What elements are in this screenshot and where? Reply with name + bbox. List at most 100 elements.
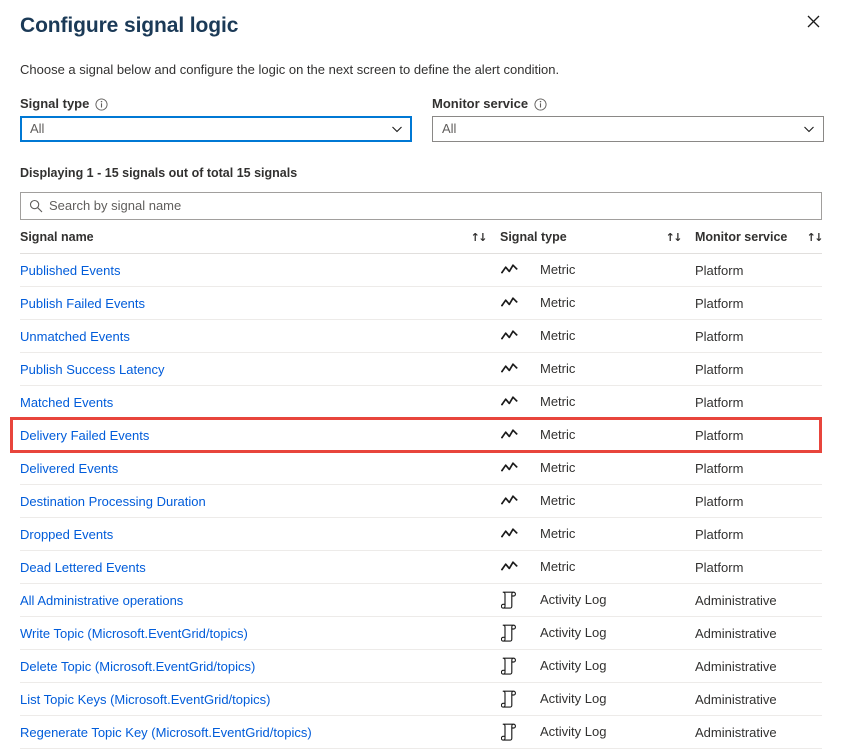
table-row[interactable]: Write Topic (Microsoft.EventGrid/topics)… bbox=[20, 616, 822, 650]
monitor-service-text: Platform bbox=[695, 559, 744, 575]
signal-name-link[interactable]: Dead Lettered Events bbox=[20, 560, 146, 575]
filter-row: Signal type All Monitor service All bbox=[0, 96, 842, 142]
table-row[interactable]: Publish Failed Events Metric Platform bbox=[20, 286, 822, 320]
cell-signal-name: Write Topic (Microsoft.EventGrid/topics) bbox=[20, 616, 500, 650]
monitor-service-label-row: Monitor service bbox=[432, 96, 824, 112]
signals-table: Signal name ↑↓ Signal type ↑↓ Monitor se… bbox=[20, 220, 824, 749]
filter-monitor-service: Monitor service All bbox=[432, 96, 824, 142]
table-row[interactable]: Matched Events Metric Platform bbox=[20, 385, 822, 419]
close-icon bbox=[807, 15, 820, 28]
cell-signal-name: All Administrative operations bbox=[20, 583, 500, 617]
blade-header: Configure signal logic bbox=[0, 0, 842, 40]
cell-signal-name: Delivered Events bbox=[20, 451, 500, 485]
table-row[interactable]: Dead Lettered Events Metric Platform bbox=[20, 550, 822, 584]
column-header-signal-type[interactable]: Signal type ↑↓ bbox=[500, 220, 695, 254]
cell-signal-name: Delete Topic (Microsoft.EventGrid/topics… bbox=[20, 649, 500, 683]
cell-signal-name: Publish Success Latency bbox=[20, 352, 500, 386]
signal-type-label-row: Signal type bbox=[20, 96, 412, 112]
displaying-count: Displaying 1 - 15 signals out of total 1… bbox=[20, 166, 298, 180]
monitor-service-text: Administrative bbox=[695, 724, 777, 740]
signal-name-link[interactable]: Regenerate Topic Key (Microsoft.EventGri… bbox=[20, 725, 312, 740]
table-row[interactable]: Delete Topic (Microsoft.EventGrid/topics… bbox=[20, 649, 822, 683]
cell-signal-name: Unmatched Events bbox=[20, 319, 500, 353]
table-row[interactable]: Dropped Events Metric Platform bbox=[20, 517, 822, 551]
signal-type-text: Metric bbox=[540, 361, 576, 376]
search-box[interactable] bbox=[20, 192, 822, 220]
monitor-service-text: Platform bbox=[695, 361, 744, 377]
info-icon[interactable] bbox=[534, 97, 547, 111]
signal-name-link[interactable]: Publish Failed Events bbox=[20, 296, 145, 311]
metric-line-chart-icon bbox=[500, 393, 518, 411]
signal-name-link[interactable]: Matched Events bbox=[20, 395, 113, 410]
column-label-signal-name: Signal name bbox=[20, 230, 94, 244]
signal-name-link[interactable]: Unmatched Events bbox=[20, 329, 130, 344]
table-row[interactable]: Unmatched Events Metric Platform bbox=[20, 319, 822, 353]
signal-name-link[interactable]: Dropped Events bbox=[20, 527, 113, 542]
monitor-service-text: Platform bbox=[695, 328, 744, 344]
cell-monitor-service: Administrative bbox=[695, 649, 822, 683]
cell-signal-type: Metric bbox=[500, 385, 695, 419]
cell-signal-name: Matched Events bbox=[20, 385, 500, 419]
metric-line-chart-icon bbox=[500, 525, 518, 543]
cell-monitor-service: Platform bbox=[695, 517, 822, 551]
signal-name-link[interactable]: Destination Processing Duration bbox=[20, 494, 206, 509]
monitor-service-text: Administrative bbox=[695, 625, 777, 641]
activity-log-scroll-icon bbox=[500, 657, 518, 675]
monitor-service-select[interactable]: All bbox=[432, 116, 824, 142]
signal-name-link[interactable]: Published Events bbox=[20, 263, 120, 278]
signal-name-link[interactable]: Write Topic (Microsoft.EventGrid/topics) bbox=[20, 626, 248, 641]
monitor-service-text: Platform bbox=[695, 262, 744, 278]
chevron-down-icon bbox=[803, 123, 815, 135]
cell-monitor-service: Administrative bbox=[695, 583, 822, 617]
signal-name-link[interactable]: Publish Success Latency bbox=[20, 362, 165, 377]
signal-type-text: Activity Log bbox=[540, 625, 607, 640]
cell-monitor-service: Platform bbox=[695, 286, 822, 320]
signal-name-link[interactable]: All Administrative operations bbox=[20, 593, 183, 608]
signal-type-text: Metric bbox=[540, 394, 576, 409]
cell-signal-type: Metric bbox=[500, 484, 695, 518]
table-row[interactable]: Regenerate Topic Key (Microsoft.EventGri… bbox=[20, 715, 822, 749]
table-row[interactable]: Delivery Failed Events Metric Platform bbox=[20, 418, 822, 452]
monitor-service-text: Administrative bbox=[695, 592, 777, 608]
metric-line-chart-icon bbox=[500, 360, 518, 378]
cell-signal-type: Metric bbox=[500, 286, 695, 320]
activity-log-scroll-icon bbox=[500, 591, 518, 609]
table-row[interactable]: All Administrative operations Activity Lo… bbox=[20, 583, 822, 617]
table-row[interactable]: Publish Success Latency Metric Platform bbox=[20, 352, 822, 386]
table-body: Published Events Metric Platform Publish Fa… bbox=[20, 253, 822, 749]
close-button[interactable] bbox=[799, 7, 827, 35]
table-row[interactable]: Destination Processing Duration Metric Pla… bbox=[20, 484, 822, 518]
page-title: Configure signal logic bbox=[20, 14, 239, 37]
table-row[interactable]: Delivered Events Metric Platform bbox=[20, 451, 822, 485]
cell-signal-name: Destination Processing Duration bbox=[20, 484, 500, 518]
table-row[interactable]: List Topic Keys (Microsoft.EventGrid/top… bbox=[20, 682, 822, 716]
sort-icon[interactable]: ↑↓ bbox=[807, 231, 824, 244]
signal-name-link[interactable]: Delete Topic (Microsoft.EventGrid/topics… bbox=[20, 659, 255, 674]
sort-icon[interactable]: ↑↓ bbox=[471, 231, 488, 244]
cell-signal-type: Activity Log bbox=[500, 583, 695, 617]
cell-monitor-service: Administrative bbox=[695, 715, 822, 749]
table-header: Signal name ↑↓ Signal type ↑↓ Monitor se… bbox=[20, 220, 824, 254]
table-row[interactable]: Published Events Metric Platform bbox=[20, 253, 822, 287]
monitor-service-value: All bbox=[442, 121, 457, 136]
signal-type-text: Metric bbox=[540, 262, 576, 277]
signal-name-link[interactable]: Delivered Events bbox=[20, 461, 118, 476]
signal-type-select[interactable]: All bbox=[20, 116, 412, 142]
column-label-signal-type: Signal type bbox=[500, 230, 567, 244]
monitor-service-text: Administrative bbox=[695, 691, 777, 707]
signal-type-text: Activity Log bbox=[540, 658, 607, 673]
metric-line-chart-icon bbox=[500, 426, 518, 444]
activity-log-scroll-icon bbox=[500, 624, 518, 642]
cell-signal-name: Delivery Failed Events bbox=[20, 418, 500, 452]
signal-name-link[interactable]: Delivery Failed Events bbox=[20, 428, 149, 443]
cell-signal-type: Metric bbox=[500, 253, 695, 287]
info-icon[interactable] bbox=[95, 97, 108, 111]
signal-type-text: Metric bbox=[540, 493, 576, 508]
search-icon bbox=[29, 199, 43, 213]
search-input[interactable] bbox=[49, 198, 813, 214]
signal-name-link[interactable]: List Topic Keys (Microsoft.EventGrid/top… bbox=[20, 692, 270, 707]
column-header-monitor-service[interactable]: Monitor service ↑↓ bbox=[695, 220, 824, 254]
signal-type-value: All bbox=[30, 121, 45, 136]
sort-icon[interactable]: ↑↓ bbox=[666, 231, 683, 244]
column-header-signal-name[interactable]: Signal name ↑↓ bbox=[20, 220, 500, 254]
